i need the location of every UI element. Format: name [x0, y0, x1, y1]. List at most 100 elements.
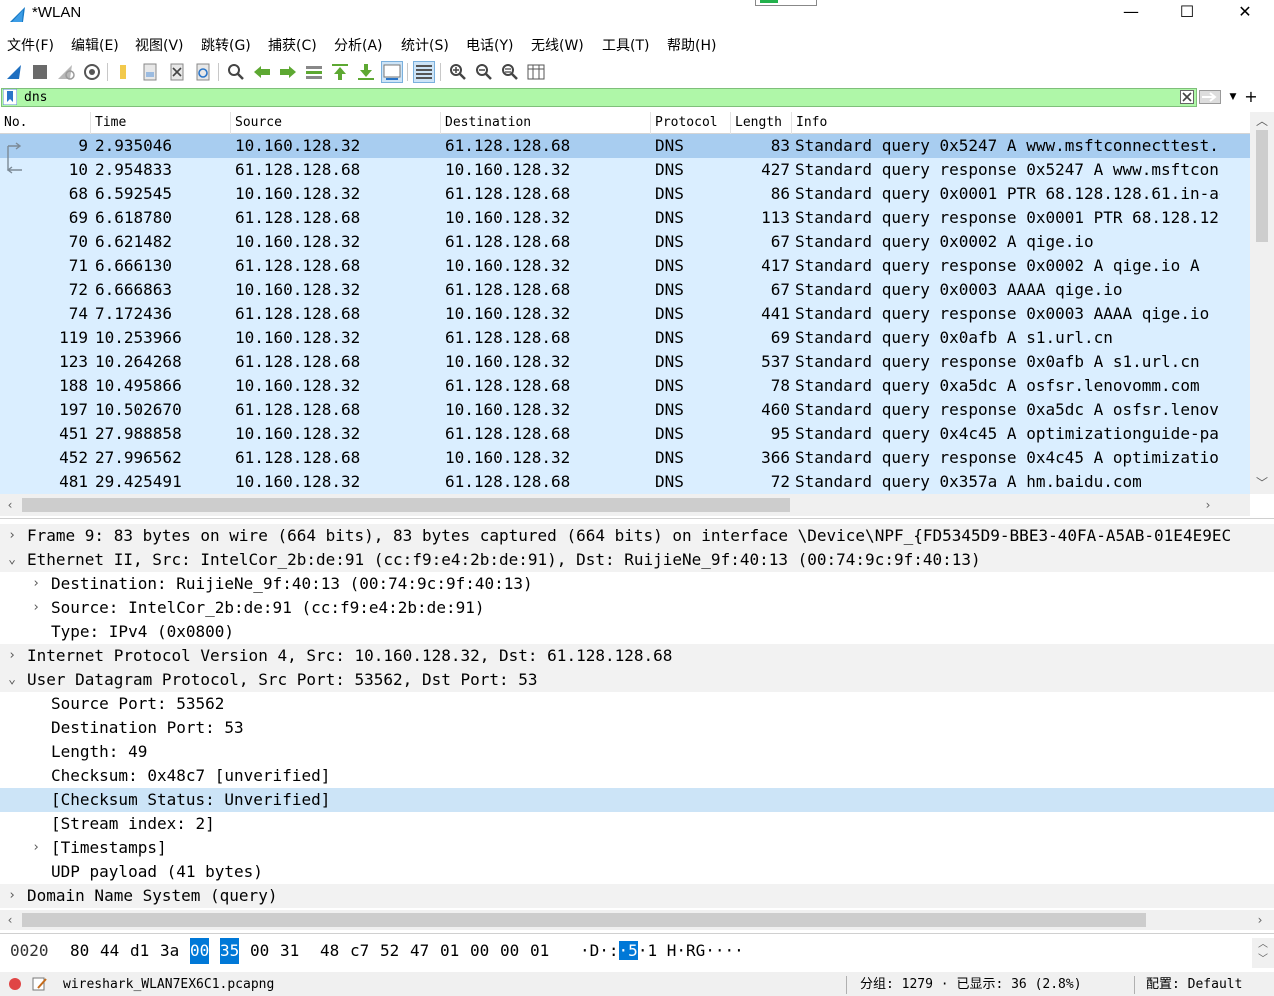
scroll-down-icon[interactable]: ﹀ — [1250, 474, 1274, 492]
hscroll-thumb[interactable] — [22, 498, 790, 512]
colorize-icon[interactable] — [413, 61, 435, 83]
menu-go[interactable]: 跳转(G) — [201, 35, 251, 55]
ascii-segment[interactable]: ·D·: — [580, 941, 619, 960]
column-header-source[interactable]: Source — [231, 112, 441, 134]
autoscroll-icon[interactable] — [381, 61, 403, 83]
packet-row[interactable]: 197 10.502670 61.128.128.68 10.160.128.32 DN… — [0, 398, 1250, 422]
details-hscroll-thumb[interactable] — [22, 913, 1146, 927]
ascii-highlight[interactable]: 5 — [628, 941, 638, 960]
restart-capture-icon[interactable] — [55, 61, 77, 83]
detail-tree-item[interactable]: › Domain Name System (query) — [0, 884, 1274, 908]
menu-telephony[interactable]: 电话(Y) — [466, 35, 513, 55]
hex-byte[interactable]: d1 — [130, 938, 149, 964]
capture-options-icon[interactable] — [81, 61, 103, 83]
expand-arrow-icon[interactable]: › — [29, 836, 43, 860]
minimize-button[interactable]: — — [1102, 0, 1160, 26]
stop-capture-icon[interactable] — [29, 61, 51, 83]
detail-tree-item[interactable]: Length: 49 — [0, 740, 1274, 764]
detail-tree-item[interactable]: › Internet Protocol Version 4, Src: 10.16… — [0, 644, 1274, 668]
ascii-segment[interactable]: ·1 H·RG···· — [638, 941, 744, 960]
reload-file-icon[interactable] — [192, 61, 214, 83]
packet-row[interactable]: 451 27.988858 10.160.128.32 61.128.128.68 DN… — [0, 422, 1250, 446]
detail-tree-item[interactable]: › [Timestamps] — [0, 836, 1274, 860]
column-header-length[interactable]: Length — [731, 112, 792, 134]
menu-wireless[interactable]: 无线(W) — [531, 35, 584, 55]
detail-tree-item[interactable]: Type: IPv4 (0x0800) — [0, 620, 1274, 644]
expert-info-icon[interactable] — [8, 977, 22, 991]
expand-arrow-icon[interactable]: › — [5, 524, 19, 548]
expand-arrow-icon[interactable]: › — [5, 644, 19, 668]
hex-byte[interactable]: 35 — [220, 938, 240, 964]
packet-list-hscrollbar[interactable]: ‹ › — [0, 494, 1250, 516]
packet-row[interactable]: 188 10.495866 10.160.128.32 61.128.128.68 DN… — [0, 374, 1250, 398]
packet-row[interactable]: 9 2.935046 10.160.128.32 61.128.128.68 DNS 83… — [0, 134, 1250, 158]
column-header-time[interactable]: Time — [91, 112, 231, 134]
detail-tree-item[interactable]: Checksum: 0x48c7 [unverified] — [0, 764, 1274, 788]
detail-tree-item[interactable]: › Frame 9: 83 bytes on wire (664 bits), 8… — [0, 524, 1274, 548]
pane-divider[interactable] — [0, 933, 1274, 934]
detail-tree-item[interactable]: [Stream index: 2] — [0, 812, 1274, 836]
scroll-left-icon[interactable]: ‹ — [0, 494, 20, 516]
maximize-button[interactable]: ☐ — [1158, 0, 1216, 26]
menu-tools[interactable]: 工具(T) — [602, 35, 649, 55]
ascii-highlight[interactable]: · — [618, 941, 629, 960]
first-packet-icon[interactable] — [329, 61, 351, 83]
menu-file[interactable]: 文件(F) — [7, 35, 54, 55]
scroll-thumb[interactable] — [1256, 130, 1268, 242]
resize-columns-icon[interactable] — [525, 61, 547, 83]
hex-byte[interactable]: 44 — [100, 938, 119, 964]
open-file-icon[interactable] — [112, 61, 134, 83]
packet-row[interactable]: 69 6.618780 61.128.128.68 10.160.128.32 DNS 1… — [0, 206, 1250, 230]
hex-byte[interactable]: 47 — [410, 938, 429, 964]
expand-arrow-icon[interactable]: › — [5, 884, 19, 908]
detail-tree-item[interactable]: › Source: IntelCor_2b:de:91 (cc:f9:e4:2b:… — [0, 596, 1274, 620]
hex-byte[interactable]: 52 — [380, 938, 399, 964]
menu-capture[interactable]: 捕获(C) — [268, 35, 317, 55]
scroll-left-icon[interactable]: ‹ — [0, 910, 20, 930]
normal-size-icon[interactable] — [499, 61, 521, 83]
start-capture-icon[interactable] — [4, 61, 26, 83]
hex-byte[interactable]: 80 — [70, 938, 89, 964]
clear-filter-icon[interactable] — [1180, 90, 1194, 104]
hex-byte[interactable]: 01 — [440, 938, 459, 964]
packet-row[interactable]: 123 10.264268 61.128.128.68 10.160.128.32 DN… — [0, 350, 1250, 374]
detail-tree-item[interactable]: Source Port: 53562 — [0, 692, 1274, 716]
bytes-vscrollbar[interactable]: ︿ ﹀ — [1252, 938, 1274, 968]
last-packet-icon[interactable] — [355, 61, 377, 83]
detail-tree-item[interactable]: › Destination: RuijieNe_9f:40:13 (00:74:9… — [0, 572, 1274, 596]
detail-tree-item[interactable]: ⌄ User Datagram Protocol, Src Port: 53562… — [0, 668, 1274, 692]
hex-byte[interactable]: 00 — [190, 938, 210, 964]
detail-tree-item[interactable]: [Checksum Status: Unverified] — [0, 788, 1274, 812]
go-forward-icon[interactable] — [277, 61, 299, 83]
collapse-arrow-icon[interactable]: ⌄ — [5, 548, 19, 572]
add-filter-button-icon[interactable]: + — [1244, 87, 1258, 107]
hex-byte[interactable]: 3a — [160, 938, 179, 964]
capture-comment-icon[interactable] — [32, 976, 48, 992]
column-header-destination[interactable]: Destination — [441, 112, 651, 134]
packet-list-vscrollbar[interactable]: ︿ ﹀ — [1250, 112, 1274, 494]
packet-row[interactable]: 119 10.253966 10.160.128.32 61.128.128.68 DN… — [0, 326, 1250, 350]
packet-row[interactable]: 481 29.425491 10.160.128.32 61.128.128.68 DN… — [0, 470, 1250, 494]
menu-view[interactable]: 视图(V) — [135, 35, 184, 55]
pane-divider[interactable] — [0, 518, 1274, 519]
column-header-info[interactable]: Info — [792, 112, 1250, 134]
status-profile[interactable]: 配置: Default — [1146, 972, 1242, 996]
packet-row[interactable]: 452 27.996562 61.128.128.68 10.160.128.32 DN… — [0, 446, 1250, 470]
go-back-icon[interactable] — [251, 61, 273, 83]
detail-tree-item[interactable]: ⌄ Ethernet II, Src: IntelCor_2b:de:91 (cc… — [0, 548, 1274, 572]
bookmark-icon[interactable] — [3, 89, 17, 105]
scroll-right-icon[interactable]: › — [1250, 910, 1270, 930]
packet-row[interactable]: 68 6.592545 10.160.128.32 61.128.128.68 DNS 8… — [0, 182, 1250, 206]
menu-help[interactable]: 帮助(H) — [667, 35, 716, 55]
close-file-icon[interactable] — [166, 61, 188, 83]
menu-edit[interactable]: 编辑(E) — [71, 35, 119, 55]
go-to-packet-icon[interactable] — [303, 61, 325, 83]
packet-row[interactable]: 71 6.666130 61.128.128.68 10.160.128.32 DNS 4… — [0, 254, 1250, 278]
display-filter-input[interactable]: dns — [1, 88, 1197, 107]
column-header-no[interactable]: No. — [0, 112, 91, 134]
details-hscrollbar[interactable]: ‹ › — [0, 910, 1274, 930]
menu-analyze[interactable]: 分析(A) — [334, 35, 383, 55]
scroll-right-icon[interactable]: › — [1198, 494, 1218, 516]
expand-arrow-icon[interactable]: › — [29, 572, 43, 596]
save-file-icon[interactable] — [139, 61, 161, 83]
